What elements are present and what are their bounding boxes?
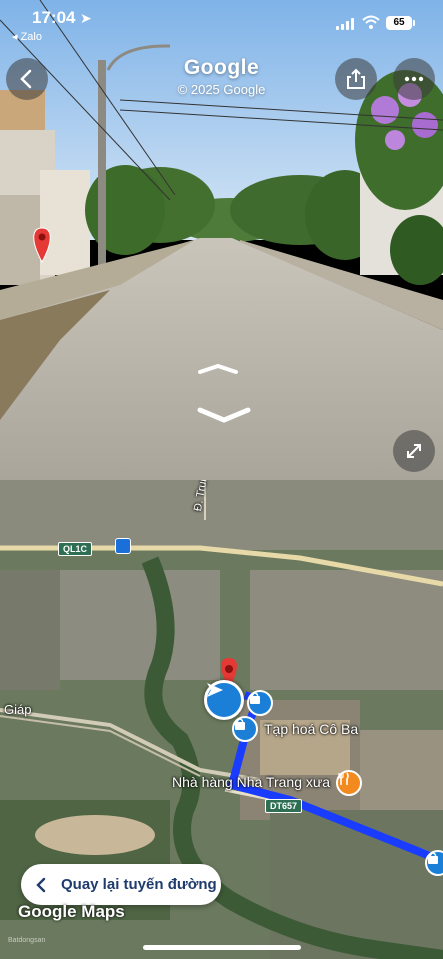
- shopping-bag-icon: [235, 718, 245, 730]
- back-to-route-button[interactable]: Quay lại tuyến đường: [21, 864, 221, 905]
- road-shield-dt657: DT657: [265, 799, 303, 813]
- navigation-arrow-icon: [207, 683, 223, 697]
- signal-icon: [336, 18, 356, 30]
- more-options-button[interactable]: [393, 58, 435, 100]
- area-label-giap: Giáp: [4, 702, 32, 717]
- road-shield-ql1c: QL1C: [58, 542, 93, 556]
- more-dots-icon: [404, 76, 424, 82]
- back-to-app-link[interactable]: ◂ Zalo: [12, 30, 42, 43]
- shopping-bag-icon: [428, 852, 438, 864]
- share-button[interactable]: [335, 58, 377, 100]
- share-icon: [347, 68, 365, 89]
- shop-poi-1[interactable]: [247, 690, 273, 716]
- home-indicator[interactable]: [143, 945, 301, 950]
- chevron-left-icon: [36, 877, 46, 892]
- place-label-tap-hoa[interactable]: Tạp hoá Cô Ba: [264, 721, 358, 737]
- my-location-marker[interactable]: [204, 680, 244, 720]
- shop-poi-2[interactable]: [232, 716, 258, 742]
- status-time: 17:04: [32, 8, 76, 27]
- watermark: Batdongsan: [8, 937, 46, 944]
- battery-indicator: 65: [386, 16, 415, 30]
- expand-view-button[interactable]: [393, 430, 435, 472]
- status-bar: 17:04 ➤ ◂ Zalo 65: [0, 0, 443, 43]
- wifi-icon: [362, 15, 380, 29]
- place-label-nha-hang[interactable]: Nhà hàng Nha Trang xưa: [172, 774, 330, 790]
- back-to-route-label: Quay lại tuyến đường: [61, 876, 217, 893]
- shopping-bag-icon: [250, 692, 260, 704]
- location-arrow-icon: ➤: [80, 10, 92, 26]
- bus-stop-icon[interactable]: [115, 538, 131, 554]
- google-maps-logo: Google Maps: [18, 902, 125, 921]
- fork-knife-icon: [338, 772, 349, 785]
- expand-icon: [407, 444, 421, 458]
- restaurant-poi[interactable]: [336, 770, 362, 796]
- copyright-text: © 2025 Google: [177, 82, 266, 97]
